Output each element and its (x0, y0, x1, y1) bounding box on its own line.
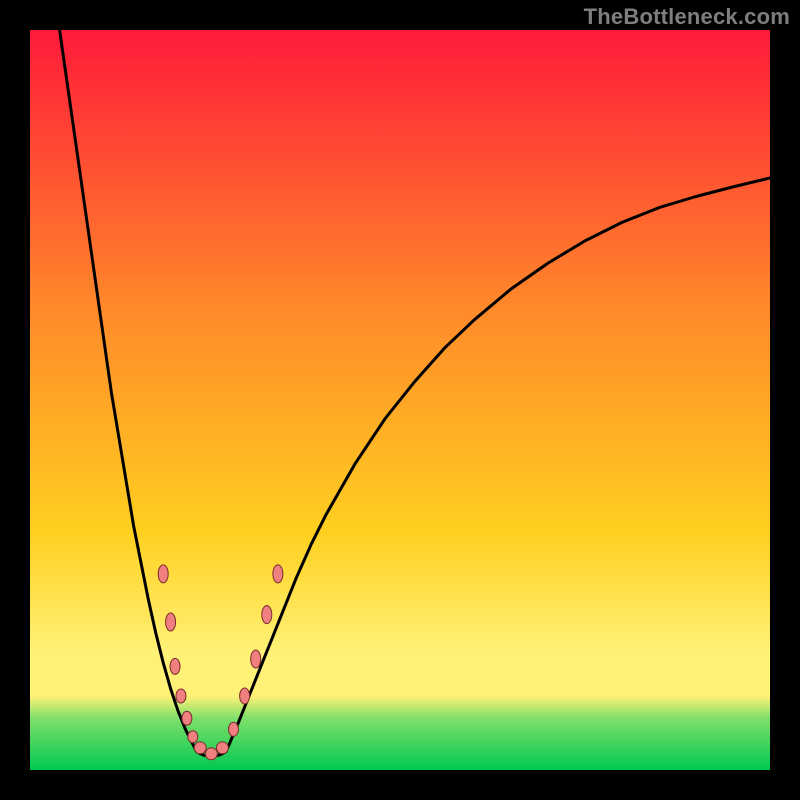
data-marker (262, 606, 272, 624)
data-marker (182, 711, 192, 725)
data-marker (176, 689, 186, 703)
data-marker (170, 658, 180, 674)
data-marker (240, 688, 250, 704)
data-marker (166, 613, 176, 631)
data-marker (158, 565, 168, 583)
data-marker (205, 748, 217, 760)
data-marker (194, 742, 206, 754)
data-marker (188, 731, 198, 743)
data-marker (216, 742, 228, 754)
chart-svg (30, 30, 770, 770)
data-marker (251, 650, 261, 668)
watermark-text: TheBottleneck.com (584, 4, 790, 30)
chart-frame: TheBottleneck.com (0, 0, 800, 800)
data-marker (229, 722, 239, 736)
plot-area (30, 30, 770, 770)
data-marker (273, 565, 283, 583)
